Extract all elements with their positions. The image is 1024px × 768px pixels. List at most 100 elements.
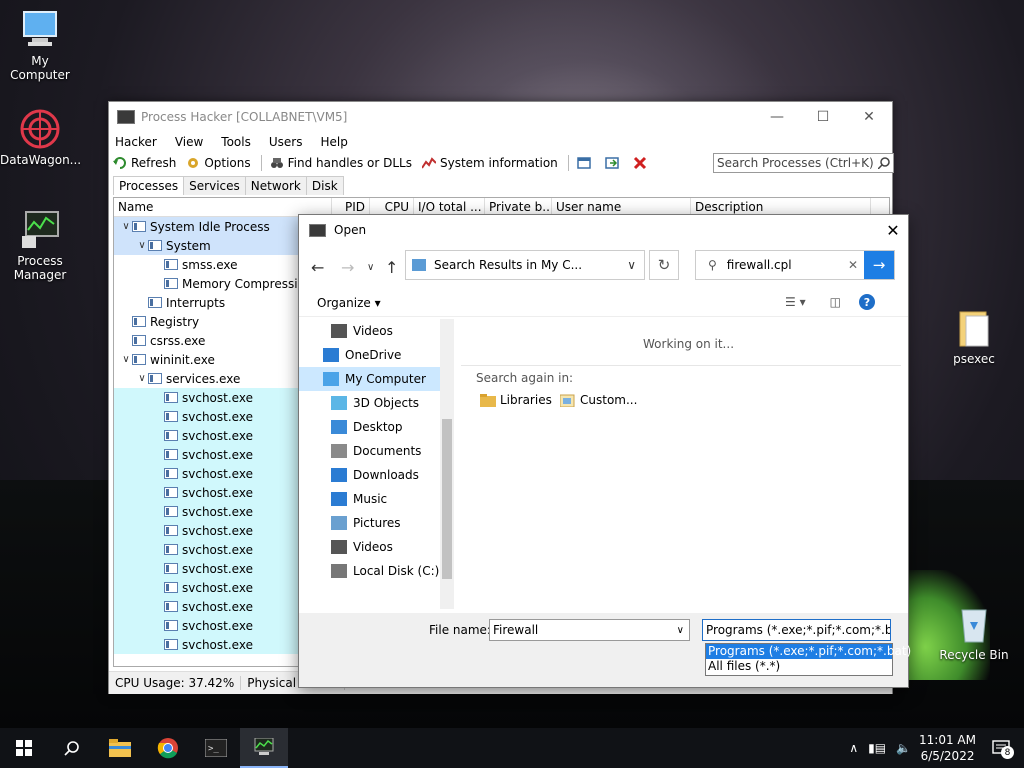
menu-help[interactable]: Help bbox=[320, 135, 347, 149]
picture-icon bbox=[331, 516, 347, 530]
desktop-icon-my-computer[interactable]: My Computer bbox=[0, 8, 80, 82]
toolbar-separator bbox=[567, 155, 569, 171]
search-folder-icon bbox=[412, 259, 426, 271]
gear-icon bbox=[188, 158, 199, 168]
recent-locations-icon[interactable]: ∨ bbox=[367, 262, 374, 273]
taskbar-file-explorer[interactable] bbox=[96, 728, 144, 768]
nav-item[interactable]: Documents bbox=[299, 439, 454, 463]
close-button[interactable]: ✕ bbox=[846, 102, 892, 132]
desktop-icon-process-manager[interactable]: Process Manager bbox=[0, 208, 80, 282]
preview-pane-icon[interactable]: ◫ bbox=[830, 295, 841, 309]
refresh-button[interactable]: Refresh bbox=[113, 156, 176, 170]
refresh-button[interactable]: ↻ bbox=[649, 250, 679, 280]
tab-disk[interactable]: Disk bbox=[305, 176, 344, 195]
taskbar-terminal[interactable]: >_ bbox=[192, 728, 240, 768]
nav-item[interactable]: Downloads bbox=[299, 463, 454, 487]
notification-count: 8 bbox=[1001, 746, 1014, 759]
address-bar[interactable]: Search Results in My C... ∨ bbox=[405, 250, 645, 280]
tab-network[interactable]: Network bbox=[244, 176, 307, 195]
forward-arrow-icon[interactable]: → bbox=[341, 258, 354, 277]
desktop-icon-psexec[interactable]: psexec bbox=[934, 306, 1014, 366]
terminate-button[interactable] bbox=[633, 156, 651, 170]
search-go-button[interactable]: → bbox=[864, 251, 894, 279]
nav-item-label: Music bbox=[353, 492, 388, 506]
nav-item[interactable]: OneDrive bbox=[299, 343, 454, 367]
window-button[interactable] bbox=[577, 156, 595, 170]
view-controls: ☰ ▾ ◫ ? bbox=[785, 294, 875, 310]
dialog-close-button[interactable]: ✕ bbox=[878, 221, 908, 240]
menu-view[interactable]: View bbox=[175, 135, 203, 149]
nav-item[interactable]: Videos bbox=[299, 319, 454, 343]
chevron-down-icon[interactable]: ∨ bbox=[677, 625, 684, 636]
tab-processes[interactable]: Processes bbox=[113, 176, 185, 195]
terminal-icon: >_ bbox=[205, 739, 227, 757]
tab-services[interactable]: Services bbox=[183, 176, 246, 195]
search-custom-link[interactable]: Custom... bbox=[560, 393, 637, 407]
desktop-icon-datawagon[interactable]: DataWagon... bbox=[0, 107, 81, 167]
taskbar-chrome[interactable] bbox=[144, 728, 192, 768]
find-handles-button[interactable]: Find handles or DLLs bbox=[270, 156, 412, 170]
dialog-title-bar[interactable]: Open ✕ bbox=[299, 215, 908, 245]
video-icon bbox=[331, 324, 347, 338]
desktop-icon-recycle-bin[interactable]: Recycle Bin bbox=[934, 602, 1014, 662]
file-type-options: Programs (*.exe;*.pif;*.com;*.bat) All f… bbox=[705, 643, 911, 676]
maximize-button[interactable]: ☐ bbox=[800, 102, 846, 132]
nav-item[interactable]: Desktop bbox=[299, 415, 454, 439]
chevron-down-icon[interactable]: ∨ bbox=[627, 258, 636, 272]
refresh-icon: ↻ bbox=[657, 256, 671, 274]
volume-icon[interactable]: 🔈 bbox=[896, 741, 911, 755]
svg-text:>_: >_ bbox=[208, 744, 219, 754]
file-type-option[interactable]: All files (*.*) bbox=[706, 659, 892, 674]
navigation-scrollbar[interactable] bbox=[440, 319, 454, 609]
network-icon[interactable]: ▮▤ bbox=[868, 741, 886, 755]
expand-arrow-icon[interactable]: ∨ bbox=[120, 221, 132, 232]
monitor-graph-icon bbox=[254, 738, 274, 755]
taskbar-process-hacker[interactable] bbox=[240, 728, 288, 768]
chevron-up-icon[interactable]: ∧ bbox=[849, 741, 858, 755]
file-name-field[interactable]: Firewall ∨ bbox=[489, 619, 690, 641]
nav-item[interactable]: Music bbox=[299, 487, 454, 511]
process-icon bbox=[132, 335, 146, 346]
navigation-pane: Videos OneDrive My Computer 3D Objects Deskt… bbox=[299, 319, 454, 609]
menu-hacker[interactable]: Hacker bbox=[115, 135, 157, 149]
expand-arrow-icon[interactable]: ∨ bbox=[136, 373, 148, 384]
search-button[interactable] bbox=[48, 728, 96, 768]
nav-item[interactable]: My Computer bbox=[299, 367, 454, 391]
scrollbar-thumb[interactable] bbox=[442, 419, 452, 579]
divider bbox=[461, 365, 901, 366]
options-button[interactable]: Options bbox=[186, 156, 251, 170]
menu-users[interactable]: Users bbox=[269, 135, 303, 149]
up-arrow-icon[interactable]: ↑ bbox=[385, 258, 398, 277]
notification-center-button[interactable]: 8 bbox=[988, 735, 1014, 761]
expand-arrow-icon[interactable]: ∨ bbox=[120, 354, 132, 365]
search-input[interactable]: ⚲ firewall.cpl ✕ → bbox=[695, 250, 895, 280]
system-info-button[interactable]: System information bbox=[421, 156, 558, 170]
process-icon bbox=[132, 316, 146, 327]
process-name: svchost.exe bbox=[182, 580, 253, 595]
nav-item[interactable]: Videos bbox=[299, 535, 454, 559]
title-bar[interactable]: Process Hacker [COLLABNET\VM5] — ☐ ✕ bbox=[109, 102, 892, 132]
menu-tools[interactable]: Tools bbox=[221, 135, 251, 149]
expand-arrow-icon[interactable]: ∨ bbox=[136, 240, 148, 251]
address-text: Search Results in My C... bbox=[434, 258, 583, 272]
help-icon[interactable]: ? bbox=[858, 294, 875, 310]
nav-item[interactable]: 3D Objects bbox=[299, 391, 454, 415]
start-button[interactable] bbox=[0, 728, 48, 768]
back-arrow-icon[interactable]: ← bbox=[311, 258, 324, 277]
file-type-dropdown[interactable]: Programs (*.exe;*.pif;*.com;*.bat) bbox=[702, 619, 891, 641]
clear-search-icon[interactable]: ✕ bbox=[848, 258, 858, 272]
desktop-icon bbox=[331, 420, 347, 434]
search-processes-input[interactable]: Search Processes (Ctrl+K) bbox=[713, 153, 894, 173]
clock[interactable]: 11:01 AM 6/5/2022 bbox=[919, 732, 976, 764]
organize-button[interactable]: Organize ▾ bbox=[317, 296, 381, 310]
search-libraries-link[interactable]: Libraries bbox=[480, 393, 552, 407]
nav-item-label: Downloads bbox=[353, 468, 419, 482]
window-arrow-button[interactable] bbox=[605, 156, 623, 170]
minimize-button[interactable]: — bbox=[754, 102, 800, 132]
nav-item[interactable]: Pictures bbox=[299, 511, 454, 535]
video-icon bbox=[331, 540, 347, 554]
file-type-option[interactable]: Programs (*.exe;*.pif;*.com;*.bat) bbox=[706, 644, 911, 659]
change-view-icon[interactable]: ☰ ▾ bbox=[785, 295, 806, 309]
nav-item[interactable]: Local Disk (C:) bbox=[299, 559, 454, 583]
cpu-usage-status: CPU Usage: 37.42% bbox=[109, 676, 242, 690]
